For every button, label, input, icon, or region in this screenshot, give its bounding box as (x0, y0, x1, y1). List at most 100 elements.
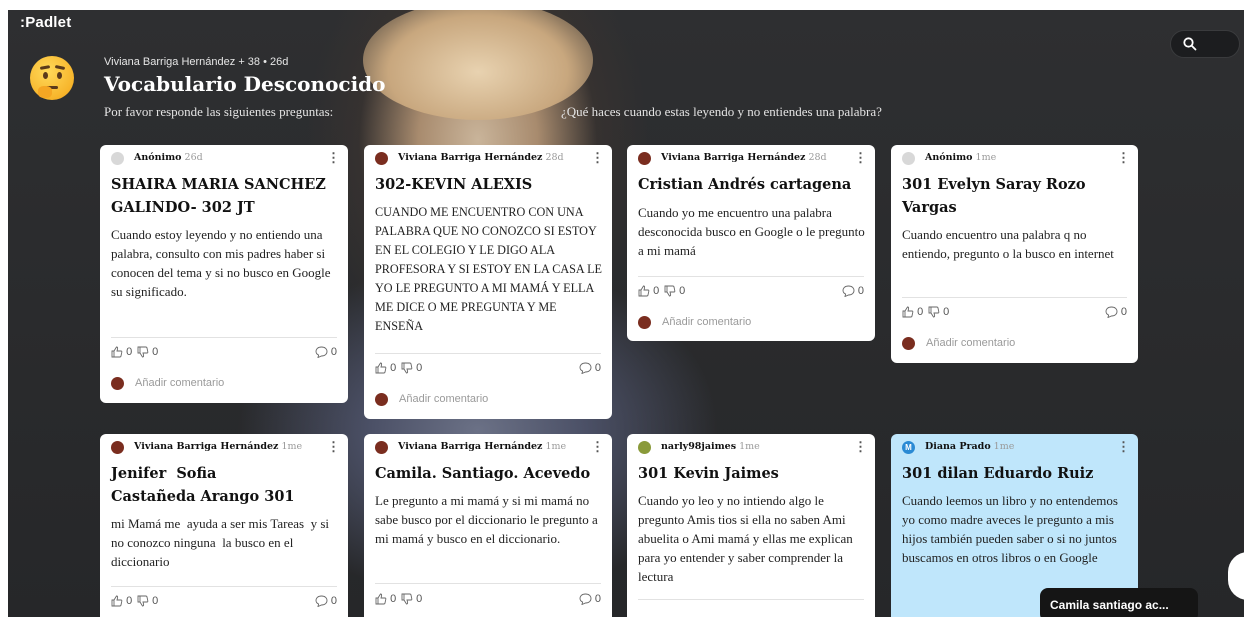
comment-bubble-icon (1105, 306, 1118, 319)
post-reactions: 0 0 0 (902, 305, 1127, 323)
post-reactions: 0 0 0 (375, 361, 601, 379)
comments-count[interactable]: 0 (1105, 306, 1127, 319)
post-title: 301 Kevin Jaimes (638, 465, 779, 482)
author-avatar (638, 152, 651, 165)
anonymous-avatar-icon (902, 152, 915, 165)
like-button[interactable]: 0 (375, 593, 396, 605)
post-menu-kebab-icon[interactable]: ⋮ (327, 150, 340, 166)
user-avatar (902, 337, 915, 350)
post-body: CUANDO ME ENCUENTRO CON UNA PALABRA QUE … (375, 205, 602, 333)
post-divider (111, 586, 337, 587)
thumbs-up-icon (902, 306, 914, 318)
post-header: Anónimo 1me ⋮ (902, 150, 1130, 167)
post-author: Viviana Barriga Hernández 28d (661, 152, 827, 163)
dislike-button[interactable]: 0 (401, 593, 422, 605)
post-age: 1me (739, 441, 760, 452)
post-divider (375, 583, 601, 584)
window-top-edge (0, 0, 1244, 10)
add-comment-input[interactable]: Añadir comentario (135, 377, 224, 389)
post-divider (638, 276, 864, 277)
like-button[interactable]: 0 (638, 285, 659, 297)
post-menu-kebab-icon[interactable]: ⋮ (854, 439, 867, 455)
post-menu-kebab-icon[interactable]: ⋮ (591, 150, 604, 166)
post-author: Viviana Barriga Hernández 28d (398, 152, 564, 163)
author-avatar: M (902, 441, 915, 454)
post-divider (638, 599, 864, 600)
board-description: Por favor responde las siguientes pregun… (104, 104, 334, 119)
post-title: 301 dilan Eduardo Ruiz (902, 465, 1094, 482)
like-button[interactable]: 0 (375, 362, 396, 374)
window-left-edge (0, 0, 8, 617)
wallpaper-photo (363, 10, 593, 120)
dislike-button[interactable]: 0 (928, 306, 949, 318)
board-avatar-thinking-face-icon (30, 56, 74, 100)
post-menu-kebab-icon[interactable]: ⋮ (854, 150, 867, 166)
post-card[interactable]: Viviana Barriga Hernández 1me ⋮ Camila. S… (364, 434, 612, 617)
post-header: Anónimo 26d ⋮ (111, 150, 340, 167)
post-age: 28d (808, 152, 827, 163)
add-comment-input[interactable]: Añadir comentario (926, 337, 1015, 349)
post-age: 1me (281, 441, 303, 452)
thumbs-down-icon (401, 593, 413, 605)
post-divider (902, 297, 1127, 298)
post-author: Anónimo 1me (925, 152, 997, 163)
dislike-button[interactable]: 0 (401, 362, 422, 374)
dislike-button[interactable]: 0 (664, 285, 685, 297)
comments-count[interactable]: 0 (315, 595, 337, 608)
comment-bubble-icon (579, 593, 592, 606)
post-body: mi Mamá me ayuda a ser mis Tareas y si n… (111, 516, 333, 569)
user-avatar (638, 316, 651, 329)
dislike-button[interactable]: 0 (137, 595, 158, 607)
post-title: 302-KEVIN ALEXIS (375, 176, 533, 193)
thumbs-up-icon (375, 362, 387, 374)
thumbs-up-icon (111, 346, 123, 358)
post-menu-kebab-icon[interactable]: ⋮ (327, 439, 340, 455)
post-card[interactable]: Viviana Barriga Hernández 1me ⋮ Jenifer S… (100, 434, 348, 617)
post-card[interactable]: Anónimo 26d ⋮ SHAIRA MARIA SANCHEZ GALIND… (100, 145, 348, 403)
post-header: Viviana Barriga Hernández 1me ⋮ (111, 439, 340, 456)
comments-count[interactable]: 0 (315, 346, 337, 359)
padlet-logo[interactable]: :Padlet (20, 14, 71, 31)
post-age: 26d (184, 152, 203, 163)
comments-count[interactable]: 0 (842, 285, 864, 298)
dislike-button[interactable]: 0 (137, 346, 158, 358)
post-card[interactable]: Viviana Barriga Hernández 28d ⋮ Cristian … (627, 145, 875, 341)
post-age: 1me (545, 441, 567, 452)
post-title: Jenifer Sofia Castañeda Arango 301 (111, 465, 295, 505)
post-title: Cristian Andrés cartagena (638, 176, 852, 193)
user-avatar (111, 377, 124, 390)
post-body: Cuando estoy leyendo y no entiendo una p… (111, 227, 331, 299)
post-reactions: 0 0 0 (638, 284, 864, 302)
activity-toast[interactable]: Camila santiago ac... (1040, 588, 1198, 617)
post-divider (375, 353, 601, 354)
post-header: M Diana Prado 1me ⋮ (902, 439, 1130, 456)
thumbs-up-icon (375, 593, 387, 605)
post-card[interactable]: Anónimo 1me ⋮ 301 Evelyn Saray Rozo Varga… (891, 145, 1138, 363)
post-menu-kebab-icon[interactable]: ⋮ (1117, 150, 1130, 166)
search-button[interactable] (1170, 30, 1240, 58)
author-avatar (375, 152, 388, 165)
post-body: Le pregunto a mi mamá y si mi mamá no sa… (375, 493, 598, 546)
board-meta[interactable]: Viviana Barriga Hernández + 38 • 26d (104, 56, 288, 68)
post-menu-kebab-icon[interactable]: ⋮ (1117, 439, 1130, 455)
comment-bubble-icon (842, 285, 855, 298)
post-menu-kebab-icon[interactable]: ⋮ (591, 439, 604, 455)
add-comment-input[interactable]: Añadir comentario (399, 393, 488, 405)
user-avatar (375, 393, 388, 406)
comments-count[interactable]: 0 (579, 593, 601, 606)
post-reactions: 0 0 0 (375, 592, 601, 610)
thumbs-down-icon (928, 306, 940, 318)
like-button[interactable]: 0 (111, 346, 132, 358)
thumbs-down-icon (137, 595, 149, 607)
author-avatar (638, 441, 651, 454)
post-age: 1me (975, 152, 997, 163)
post-card[interactable]: narly98jaimes 1me ⋮ 301 Kevin Jaimes Cuan… (627, 434, 875, 617)
add-comment-input[interactable]: Añadir comentario (662, 316, 751, 328)
comments-count[interactable]: 0 (579, 362, 601, 375)
like-button[interactable]: 0 (902, 306, 923, 318)
post-card[interactable]: Viviana Barriga Hernández 28d ⋮ 302-KEVIN… (364, 145, 612, 419)
post-author: Viviana Barriga Hernández 1me (398, 441, 567, 452)
like-button[interactable]: 0 (111, 595, 132, 607)
comment-bubble-icon (315, 595, 328, 608)
author-avatar (375, 441, 388, 454)
